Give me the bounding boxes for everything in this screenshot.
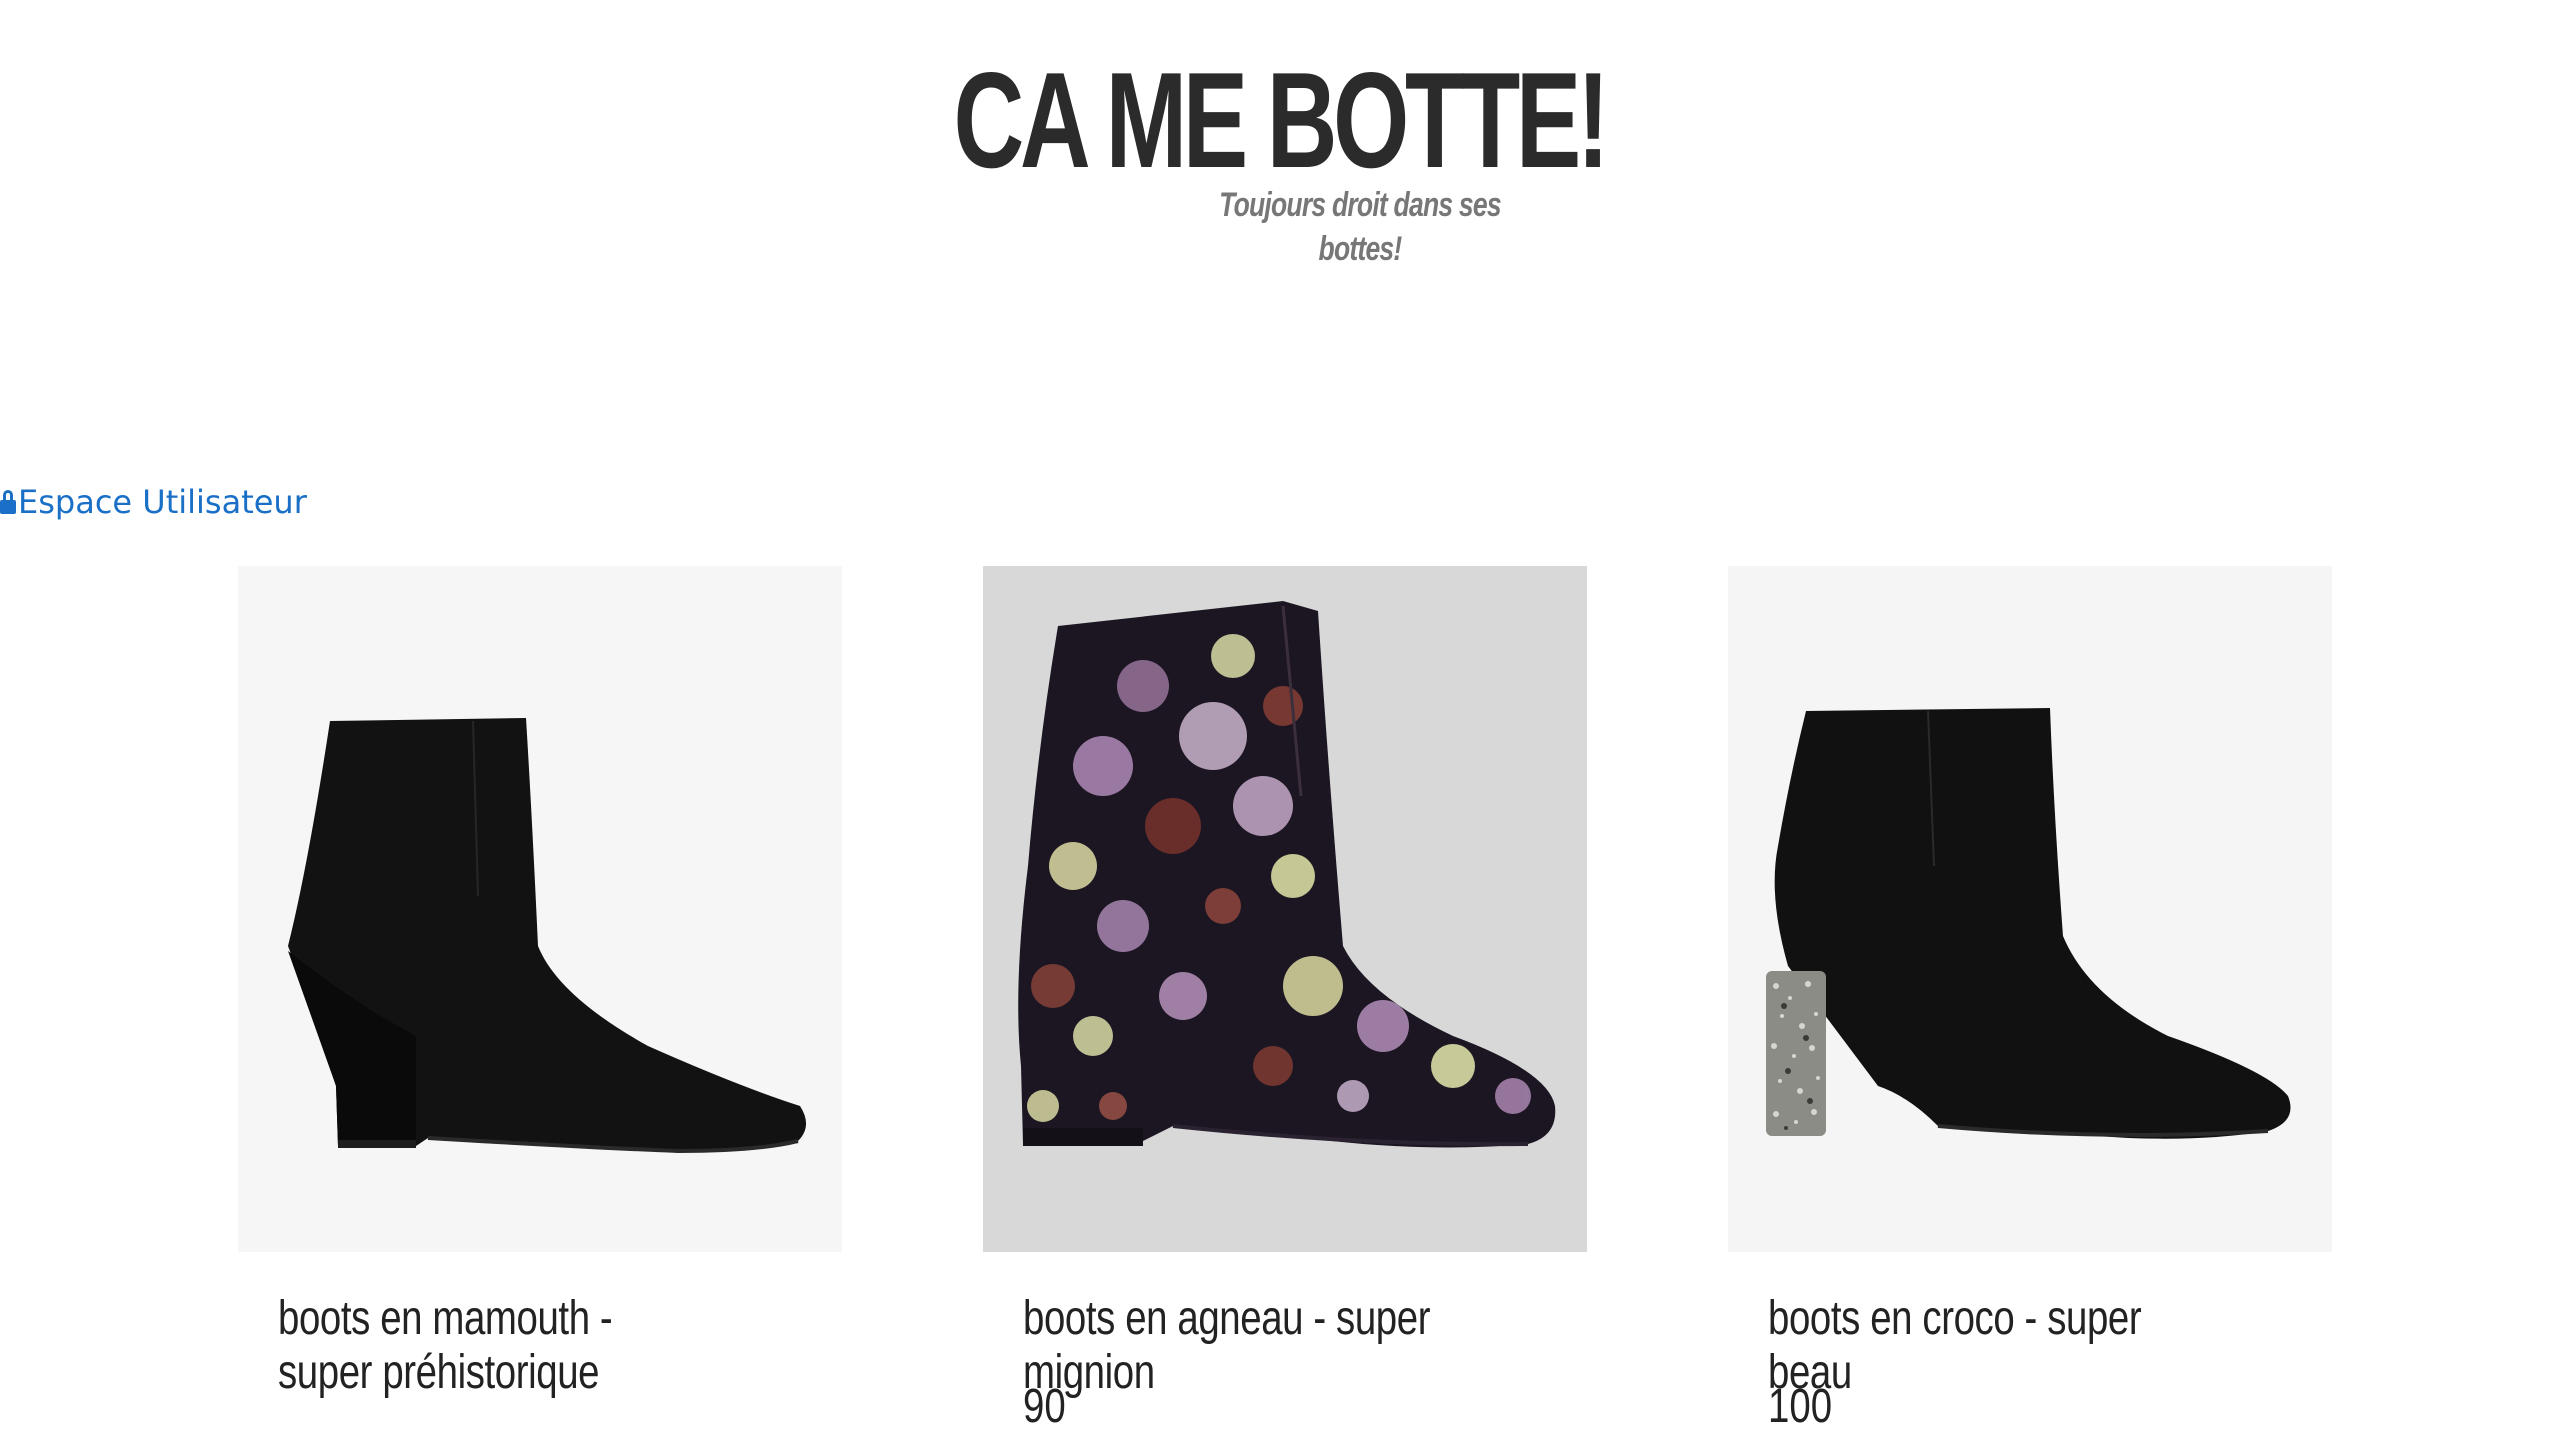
product-price: 100 — [1768, 1380, 1833, 1433]
site-tagline: Toujours droit dans ses bottes! — [1219, 186, 1501, 268]
product-card[interactable]: boots en agneau - super mignion 90 — [983, 566, 1587, 1439]
product-grid: boots en mamouth - super préhistorique 9… — [0, 566, 2556, 1439]
product-price: 90 — [1023, 1380, 1066, 1433]
product-image[interactable] — [983, 566, 1587, 1252]
user-space-label: Espace Utilisateur — [18, 483, 307, 521]
product-card[interactable]: boots en mamouth - super préhistorique 9… — [238, 566, 842, 1439]
black-ankle-boot-glitter-heel-image — [1728, 566, 2332, 1252]
floral-jacquard-ankle-boot-image — [983, 566, 1587, 1252]
lock-icon — [0, 490, 16, 514]
product-price: 90 — [278, 1432, 518, 1439]
product-name[interactable]: boots en mamouth - super préhistorique — [278, 1292, 710, 1400]
product-card[interactable]: boots en croco - super beau 100 — [1728, 566, 2332, 1439]
product-image[interactable] — [238, 566, 842, 1252]
site-header: CA ME BOTTE! Toujours droit dans ses bot… — [0, 0, 2556, 268]
site-title: CA ME BOTTE! — [953, 44, 1610, 196]
product-image[interactable] — [1728, 566, 2332, 1252]
user-space-link[interactable]: Espace Utilisateur — [0, 480, 307, 524]
black-suede-ankle-boot-image — [238, 566, 842, 1252]
